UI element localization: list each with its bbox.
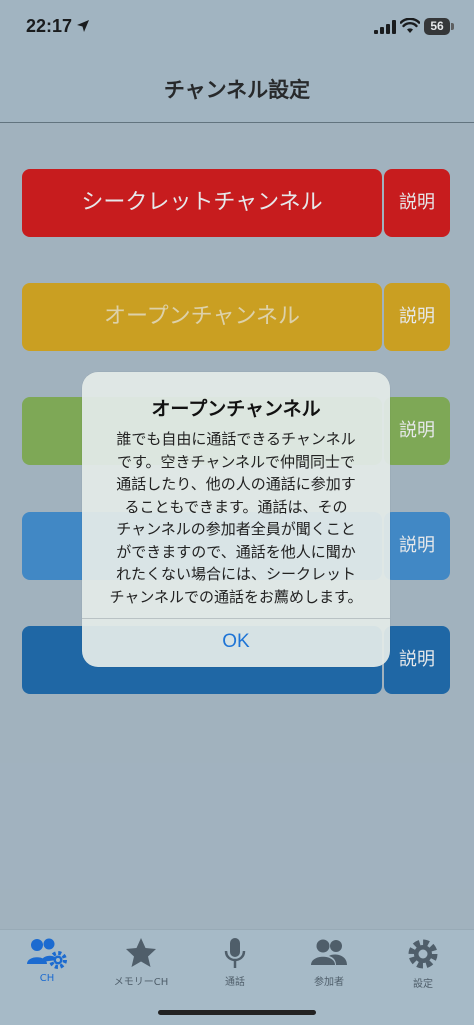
- alert-title: オープンチャンネル: [151, 398, 321, 420]
- people-gear-icon: [27, 938, 67, 969]
- tab-label: 設定: [413, 979, 433, 990]
- alert-message-line: 通話したり、他の人の通話に参加す: [116, 475, 356, 493]
- tab-call[interactable]: 通話: [188, 936, 282, 996]
- ok-button[interactable]: OK: [82, 619, 390, 667]
- tab-memory-ch[interactable]: メモリーCH: [94, 936, 188, 996]
- alert-message-line: です。空きチャンネルで仲間同士で: [116, 452, 356, 471]
- tab-label: メモリーCH: [113, 977, 169, 988]
- tab-label: CH: [39, 973, 55, 984]
- alert-message-line: ることもできます。通話は、その: [124, 497, 348, 516]
- gear-icon: [408, 939, 438, 969]
- alert-message-line: 誰でも自由に通話できるチャンネル: [116, 430, 356, 448]
- home-indicator: [158, 1010, 316, 1015]
- tab-label: 通話: [225, 977, 245, 988]
- alert-message-line: チャンネルでの通話をお薦めします。: [109, 587, 363, 606]
- people-icon: [311, 939, 347, 965]
- tab-label: 参加者: [314, 977, 344, 988]
- alert-message-line: れたくない場合には、シークレット: [115, 565, 356, 583]
- alert-message-line: チャンネルの参加者全員が聞くこと: [116, 520, 356, 538]
- microphone-icon: [224, 938, 246, 968]
- star-icon: [126, 938, 156, 967]
- tab-settings[interactable]: 設定: [376, 936, 470, 996]
- alert-message-line: ができますので、通話を他人に聞か: [116, 542, 356, 561]
- alert-message: 誰でも自由に通話できるチャンネル です。空きチャンネルで仲間同士で 通話したり、…: [102, 428, 370, 608]
- tab-ch[interactable]: CH: [0, 936, 94, 996]
- tab-participants[interactable]: 参加者: [282, 936, 376, 996]
- alert-dialog: オープンチャンネル 誰でも自由に通話できるチャンネル です。空きチャンネルで仲間…: [82, 372, 390, 667]
